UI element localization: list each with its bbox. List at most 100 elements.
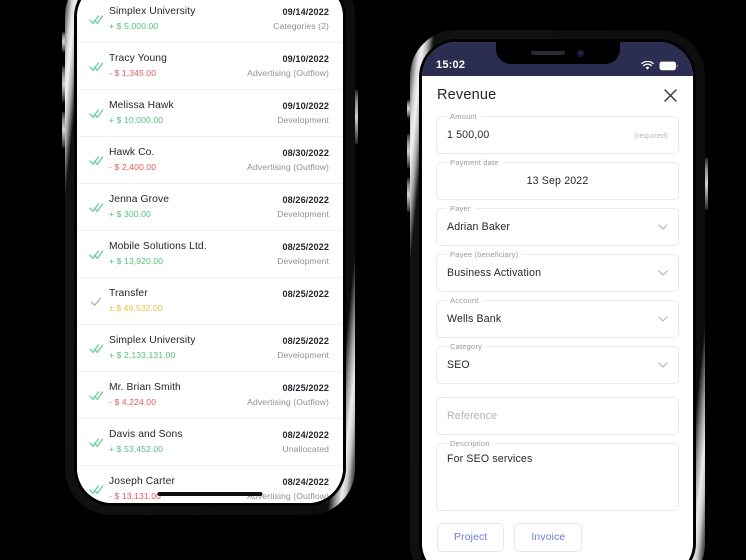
- transaction-row[interactable]: Tracy Young - $ 1,345.00 09/10/2022 Adverti…: [77, 43, 343, 90]
- volume-down-button[interactable]: [62, 112, 65, 148]
- field-value: SEO: [447, 359, 470, 371]
- transaction-date: 08/25/2022: [282, 383, 329, 393]
- transaction-row[interactable]: Transfer ± $ 48,532.00 08/25/2022: [77, 278, 343, 325]
- transaction-category: Advertising (Outflow): [247, 162, 329, 172]
- transaction-amount: + $ 53,452.00: [109, 444, 164, 454]
- transaction-amount: - $ 4,224.00: [109, 397, 157, 407]
- transaction-primary: Simplex University + $ 5,000.00: [107, 5, 265, 33]
- power-button-right[interactable]: [705, 158, 708, 210]
- volume-up-button-right[interactable]: [407, 134, 410, 168]
- transaction-primary: Melissa Hawk + $ 10,000.00: [107, 99, 269, 127]
- transaction-name: Simplex University: [109, 6, 196, 17]
- transaction-secondary: 09/14/2022 Categories (2): [265, 5, 329, 33]
- reconciled-status-icon: [85, 240, 107, 260]
- reconciled-status-icon: [85, 287, 107, 307]
- silent-switch[interactable]: [62, 32, 65, 52]
- transaction-amount: + $ 5,000.00: [109, 21, 159, 31]
- reconciled-status-icon: [85, 475, 107, 495]
- transaction-name: Mobile Solutions Ltd.: [109, 241, 207, 252]
- transaction-secondary: 09/10/2022 Advertising (Outflow): [239, 52, 329, 80]
- double-check-icon: [88, 15, 103, 25]
- transaction-row[interactable]: Jenna Grove + $ 300.00 08/26/2022 Developme…: [77, 184, 343, 231]
- volume-up-button[interactable]: [62, 66, 65, 102]
- transaction-secondary: 08/30/2022 Advertising (Outflow): [239, 146, 329, 174]
- right-phone-bezel: 15:02 Revenue Amount 1 500,00 (required)…: [419, 39, 696, 560]
- transaction-category: Unallocated: [282, 444, 329, 454]
- transaction-secondary: 08/25/2022: [274, 287, 329, 302]
- transaction-secondary: 08/24/2022 Advertising (Outflow): [239, 475, 329, 503]
- power-button[interactable]: [355, 90, 358, 144]
- transaction-date: 08/25/2022: [282, 289, 329, 299]
- transaction-amount: ± $ 48,532.00: [109, 303, 163, 313]
- description-value: For SEO services: [447, 453, 533, 465]
- payment-date-field[interactable]: Payment date 13 Sep 2022: [436, 157, 679, 200]
- transaction-name: Jenna Grove: [109, 194, 170, 205]
- account-field[interactable]: Account Wells Bank: [436, 295, 679, 338]
- left-phone-bezel: Simplex University + $ 5,000.00 09/14/2022…: [74, 0, 346, 506]
- notch: [495, 42, 620, 64]
- transaction-secondary: 08/25/2022 Development: [269, 334, 329, 362]
- transaction-amount: + $ 10,000.00: [109, 115, 164, 125]
- transaction-row[interactable]: Simplex University + $ 2,133,131.00 08/25/…: [77, 325, 343, 372]
- reconciled-status-icon: [85, 428, 107, 448]
- payee-beneficiary-field[interactable]: Payee (beneficiary) Business Activation: [436, 249, 679, 292]
- field-value: Adrian Baker: [447, 221, 511, 233]
- field-value: Wells Bank: [447, 313, 502, 325]
- transaction-date: 08/25/2022: [282, 336, 329, 346]
- transaction-amount: + $ 300.00: [109, 209, 151, 219]
- transaction-name: Davis and Sons: [109, 429, 183, 440]
- chevron-down-icon: [658, 316, 668, 322]
- project-button[interactable]: Project: [437, 523, 505, 552]
- double-check-icon: [88, 485, 103, 495]
- transaction-name: Joseph Carter: [109, 476, 175, 487]
- field-label: Category: [446, 341, 487, 352]
- description-field[interactable]: Description For SEO services: [436, 438, 679, 511]
- status-bar-indicators: [641, 61, 679, 71]
- transaction-secondary: 08/25/2022 Advertising (Outflow): [239, 381, 329, 409]
- single-check-icon: [90, 297, 101, 307]
- amount-field[interactable]: Amount 1 500,00 (required): [436, 111, 679, 154]
- category-field[interactable]: Category SEO: [436, 341, 679, 384]
- chevron-down-icon: [658, 224, 668, 230]
- screenshot-stage: Simplex University + $ 5,000.00 09/14/2022…: [0, 0, 746, 560]
- double-check-icon: [88, 62, 103, 72]
- home-indicator: [157, 492, 263, 496]
- reconciled-status-icon: [85, 381, 107, 401]
- transaction-category: Development: [277, 256, 329, 266]
- transaction-primary: Simplex University + $ 2,133,131.00: [107, 334, 269, 362]
- transaction-secondary: 08/26/2022 Development: [269, 193, 329, 221]
- double-check-icon: [88, 438, 103, 448]
- form-fields-group: Amount 1 500,00 (required) Payment date 13 S…: [436, 111, 679, 384]
- transaction-date: 08/25/2022: [282, 242, 329, 252]
- transaction-date: 08/24/2022: [282, 430, 329, 440]
- volume-down-button-right[interactable]: [407, 178, 410, 212]
- transaction-date: 08/26/2022: [282, 195, 329, 205]
- transaction-row[interactable]: Melissa Hawk + $ 10,000.00 09/10/2022 Devel…: [77, 90, 343, 137]
- form-title: Revenue: [437, 87, 497, 103]
- transaction-date: 08/24/2022: [282, 477, 329, 487]
- transaction-row[interactable]: Simplex University + $ 5,000.00 09/14/2022…: [77, 0, 343, 43]
- transaction-row[interactable]: Hawk Co. - $ 2,400.00 08/30/2022 Advertisin…: [77, 137, 343, 184]
- transaction-primary: Joseph Carter - $ 13,131.00: [107, 475, 239, 503]
- transaction-secondary: 08/25/2022 Development: [269, 240, 329, 268]
- transaction-list[interactable]: Simplex University + $ 5,000.00 09/14/2022…: [77, 0, 343, 503]
- reference-field[interactable]: Reference: [436, 397, 679, 435]
- right-phone-device: 15:02 Revenue Amount 1 500,00 (required)…: [407, 30, 708, 560]
- transaction-primary: Davis and Sons + $ 53,452.00: [107, 428, 274, 456]
- left-phone-screen: Simplex University + $ 5,000.00 09/14/2022…: [77, 0, 343, 503]
- close-icon[interactable]: [663, 88, 678, 103]
- right-phone-screen: 15:02 Revenue Amount 1 500,00 (required)…: [422, 42, 693, 560]
- transaction-row[interactable]: Mr. Brian Smith - $ 4,224.00 08/25/2022 Adv…: [77, 372, 343, 419]
- field-hint: (required): [634, 130, 668, 140]
- transaction-row[interactable]: Mobile Solutions Ltd. + $ 13,920.00 08/25/…: [77, 231, 343, 278]
- transaction-category: Advertising (Outflow): [247, 68, 329, 78]
- invoice-button[interactable]: Invoice: [514, 523, 583, 552]
- silent-switch-right[interactable]: [407, 100, 410, 118]
- payer-field[interactable]: Payer Adrian Baker: [436, 203, 679, 246]
- chevron-down-icon: [658, 270, 668, 276]
- transaction-row[interactable]: Joseph Carter - $ 13,131.00 08/24/2022 Adve…: [77, 466, 343, 503]
- transaction-row[interactable]: Davis and Sons + $ 53,452.00 08/24/2022 Una…: [77, 419, 343, 466]
- reconciled-status-icon: [85, 52, 107, 72]
- transaction-name: Transfer: [109, 288, 148, 299]
- field-value: 1 500,00: [447, 129, 490, 141]
